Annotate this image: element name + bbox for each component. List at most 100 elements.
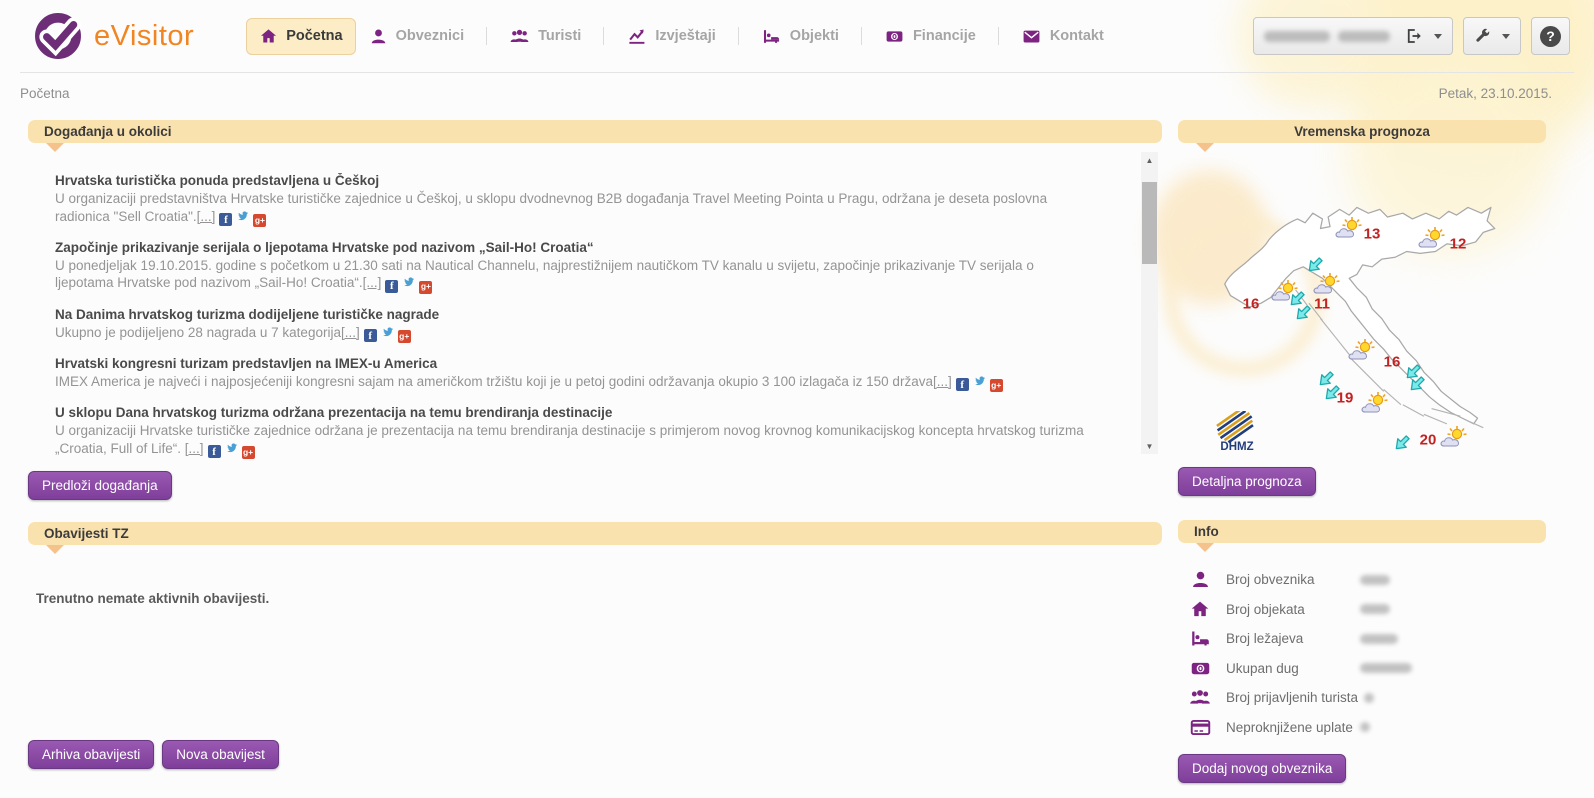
- nav-separator: [603, 27, 604, 45]
- googleplus-share-icon[interactable]: g+: [242, 446, 255, 459]
- news-item-body: Ukupno je podijeljeno 28 nagrada u 7 kat…: [55, 324, 1092, 343]
- nav-label: Kontakt: [1050, 28, 1104, 44]
- temperature-label: 12: [1450, 236, 1467, 253]
- twitter-share-icon[interactable]: [973, 375, 986, 388]
- suggest-events-button[interactable]: Predloži događanja: [28, 471, 172, 500]
- notices-panel-header: Obavijesti TZ: [28, 522, 1162, 545]
- news-item-body: U organizaciji predstavništva Hrvatske t…: [55, 190, 1092, 227]
- wind-arrow-icon: [1407, 374, 1427, 394]
- news-item: U sklopu Dana hrvatskog turizma održana …: [55, 405, 1092, 459]
- news-item-title: Hrvatski kongresni turizam predstavljen …: [55, 356, 1092, 371]
- masked-value: [1360, 575, 1390, 585]
- temperature-label: 11: [1314, 296, 1330, 313]
- twitter-share-icon[interactable]: [381, 326, 394, 339]
- breadcrumb-row: Početna Petak, 23.10.2015.: [20, 86, 1552, 101]
- scrollbar-thumb[interactable]: [1142, 182, 1157, 264]
- topbar-divider: [20, 72, 1574, 73]
- read-more-link[interactable]: [...]: [185, 441, 204, 456]
- facebook-share-icon[interactable]: f: [956, 378, 969, 391]
- sun-cloud-icon: [1348, 338, 1382, 362]
- info-label: Neproknjižene uplate: [1226, 720, 1354, 735]
- panel-title: Obavijesti TZ: [28, 526, 129, 541]
- read-more-link[interactable]: [...]: [933, 374, 952, 389]
- nav-label: Obveznici: [396, 28, 465, 44]
- logout-icon: [1405, 27, 1423, 45]
- sun-cloud-icon: [1418, 226, 1452, 250]
- nav-label: Izvještaji: [655, 28, 715, 44]
- nav-label: Početna: [286, 28, 342, 44]
- news-item: Hrvatski kongresni turizam predstavljen …: [55, 356, 1092, 392]
- nav-separator: [861, 27, 862, 45]
- scroll-down-arrow[interactable]: ▼: [1141, 438, 1158, 454]
- weather-panel-header: Vremenska prognoza: [1178, 120, 1546, 143]
- news-scrollbar[interactable]: ▲ ▼: [1141, 152, 1158, 454]
- nav-label: Financije: [913, 28, 976, 44]
- top-bar: eVisitor Početna Obveznici Turisti: [0, 0, 1594, 72]
- googleplus-share-icon[interactable]: g+: [990, 379, 1003, 392]
- googleplus-share-icon[interactable]: g+: [253, 214, 266, 227]
- temperature-label: 16: [1384, 354, 1401, 371]
- twitter-share-icon[interactable]: [236, 210, 249, 223]
- nav-item-objekti[interactable]: Objekti: [748, 18, 852, 55]
- scroll-up-arrow[interactable]: ▲: [1141, 152, 1158, 168]
- news-item-body: U ponedjeljak 19.10.2015. godine s počet…: [55, 257, 1092, 294]
- twitter-share-icon[interactable]: [225, 442, 238, 455]
- current-date: Petak, 23.10.2015.: [1439, 86, 1552, 101]
- news-item: Hrvatska turistička ponuda predstavljena…: [55, 173, 1092, 227]
- group-icon: [509, 27, 530, 46]
- nav-item-turisti[interactable]: Turisti: [496, 18, 594, 55]
- masked-value: [1360, 634, 1398, 644]
- read-more-link[interactable]: [...]: [363, 275, 382, 290]
- new-notice-button[interactable]: Nova obavijest: [162, 740, 279, 769]
- info-row-objekti: Broj objekata: [1178, 595, 1546, 625]
- info-rows: Broj obveznika Broj objekata Broj ležaje…: [1178, 565, 1546, 742]
- nav-item-pocetna[interactable]: Početna: [246, 18, 355, 55]
- chevron-down-icon: [1502, 34, 1510, 39]
- info-label: Ukupan dug: [1226, 661, 1354, 676]
- sun-cloud-icon: [1313, 272, 1347, 296]
- facebook-share-icon[interactable]: f: [364, 329, 377, 342]
- info-label: Broj obveznika: [1226, 572, 1354, 587]
- notices-archive-button[interactable]: Arhiva obavijesti: [28, 740, 154, 769]
- nav-separator: [998, 27, 999, 45]
- wind-arrow-icon: [1392, 433, 1412, 453]
- bed-icon: [1186, 628, 1214, 649]
- masked-value: [1364, 693, 1374, 703]
- read-more-link[interactable]: [...]: [341, 325, 360, 340]
- info-row-obveznici: Broj obveznika: [1178, 565, 1546, 595]
- tools-menu-button[interactable]: [1463, 17, 1521, 55]
- twitter-share-icon[interactable]: [402, 276, 415, 289]
- dhmz-logo: DHMZ: [1214, 411, 1260, 458]
- detailed-forecast-button[interactable]: Detaljna prognoza: [1178, 467, 1316, 496]
- nav-item-financije[interactable]: Financije: [871, 18, 989, 55]
- masked-value: [1360, 604, 1390, 614]
- googleplus-share-icon[interactable]: g+: [398, 330, 411, 343]
- user-menu-button[interactable]: [1253, 17, 1453, 55]
- nav-item-obveznici[interactable]: Obveznici: [356, 18, 478, 55]
- facebook-share-icon[interactable]: f: [219, 213, 232, 226]
- wind-arrow-icon: [1305, 255, 1325, 275]
- news-item-title: Na Danima hrvatskog turizma dodijeljene …: [55, 307, 1092, 322]
- person-icon: [1186, 569, 1214, 590]
- left-column: Događanja u okolici Hrvatska turistička …: [20, 120, 1162, 606]
- read-more-link[interactable]: [...]: [197, 209, 216, 224]
- nav-item-kontakt[interactable]: Kontakt: [1008, 18, 1117, 55]
- news-item-title: Hrvatska turistička ponuda predstavljena…: [55, 173, 1092, 188]
- brand-name: eVisitor: [94, 20, 194, 53]
- main-nav: Početna Obveznici Turisti Izvještaji: [246, 18, 1117, 55]
- sun-cloud-icon: [1361, 391, 1395, 415]
- evisitor-logo[interactable]: eVisitor: [32, 10, 194, 62]
- nav-label: Turisti: [538, 28, 581, 44]
- breadcrumb: Početna: [20, 86, 70, 101]
- panel-title: Vremenska prognoza: [1294, 124, 1430, 139]
- add-new-obveznik-button[interactable]: Dodaj novog obveznika: [1178, 754, 1346, 783]
- help-icon: ?: [1540, 26, 1561, 47]
- facebook-share-icon[interactable]: f: [385, 280, 398, 293]
- info-row-dug: Ukupan dug: [1178, 654, 1546, 684]
- events-news-list: Hrvatska turistička ponuda predstavljena…: [20, 173, 1162, 461]
- facebook-share-icon[interactable]: f: [208, 445, 221, 458]
- help-button[interactable]: ?: [1531, 17, 1570, 55]
- nav-item-izvjestaji[interactable]: Izvještaji: [613, 18, 728, 55]
- evisitor-check-icon: [32, 10, 84, 62]
- googleplus-share-icon[interactable]: g+: [419, 281, 432, 294]
